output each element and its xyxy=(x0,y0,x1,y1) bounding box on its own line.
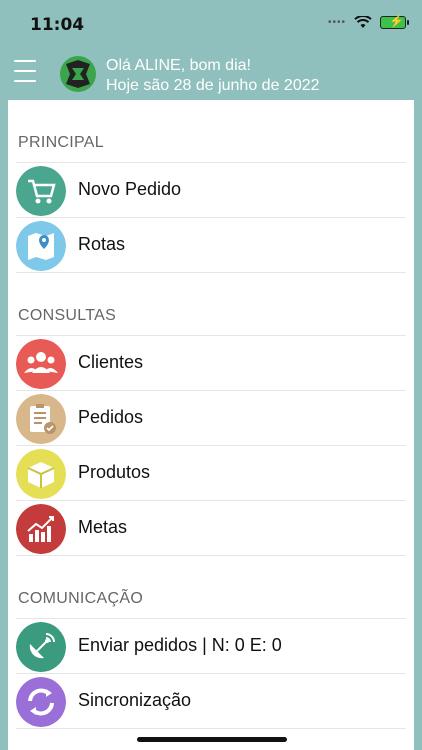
menu-label: Sincronização xyxy=(78,690,192,710)
menu-content: PRINCIPAL Novo Pedido Rotas CONSULTAS Cl… xyxy=(0,100,422,750)
section-title-principal: PRINCIPAL xyxy=(18,134,104,151)
menu-label: Clientes xyxy=(78,352,144,372)
box-icon xyxy=(16,449,66,499)
greeting: Olá ALINE, bom dia! Hoje são 28 de junho… xyxy=(106,56,320,96)
menu-label: Metas xyxy=(78,517,128,537)
divider xyxy=(16,272,406,273)
menu-icon[interactable] xyxy=(14,60,36,84)
sync-icon xyxy=(16,677,66,727)
home-indicator[interactable] xyxy=(137,737,287,742)
battery-icon: ⚡ xyxy=(380,14,409,29)
users-icon xyxy=(16,339,66,389)
app-header: Olá ALINE, bom dia! Hoje são 28 de junho… xyxy=(0,48,422,100)
app-logo xyxy=(60,56,96,92)
menu-item-metas[interactable]: Metas xyxy=(16,500,406,555)
section-title-comunicacao: COMUNICAÇÃO xyxy=(18,590,144,607)
menu-label: Novo Pedido xyxy=(78,179,182,199)
section-title-consultas: CONSULTAS xyxy=(18,307,117,324)
status-icons: •••• ⚡ xyxy=(327,14,409,29)
greeting-line-2: Hoje são 28 de junho de 2022 xyxy=(106,77,320,94)
satellite-icon xyxy=(16,622,66,672)
menu-item-enviar-pedidos[interactable]: Enviar pedidos | N: 0 E: 0 xyxy=(16,618,406,673)
menu-panel: PRINCIPAL Novo Pedido Rotas CONSULTAS Cl… xyxy=(8,100,414,750)
status-time: 11:04 xyxy=(30,15,85,35)
chart-icon xyxy=(16,504,66,554)
wifi-icon xyxy=(354,16,372,28)
status-bar: 11:04 •••• ⚡ xyxy=(0,0,422,48)
menu-item-rotas[interactable]: Rotas xyxy=(16,217,406,272)
menu-item-produtos[interactable]: Produtos xyxy=(16,445,406,500)
menu-item-novo-pedido[interactable]: Novo Pedido xyxy=(16,162,406,217)
menu-item-sincronizacao[interactable]: Sincronização xyxy=(16,673,406,728)
divider xyxy=(16,555,406,556)
menu-label: Produtos xyxy=(78,462,151,482)
signal-icon: •••• xyxy=(327,17,346,28)
menu-label: Pedidos xyxy=(78,407,144,427)
menu-label: Enviar pedidos | N: 0 E: 0 xyxy=(78,635,282,655)
divider xyxy=(16,728,406,729)
menu-label: Rotas xyxy=(78,234,126,254)
map-icon xyxy=(16,221,66,271)
clipboard-icon xyxy=(16,394,66,444)
menu-item-pedidos[interactable]: Pedidos xyxy=(16,390,406,445)
greeting-line-1: Olá ALINE, bom dia! xyxy=(106,57,251,74)
cart-icon xyxy=(16,166,66,216)
menu-item-clientes[interactable]: Clientes xyxy=(16,335,406,390)
